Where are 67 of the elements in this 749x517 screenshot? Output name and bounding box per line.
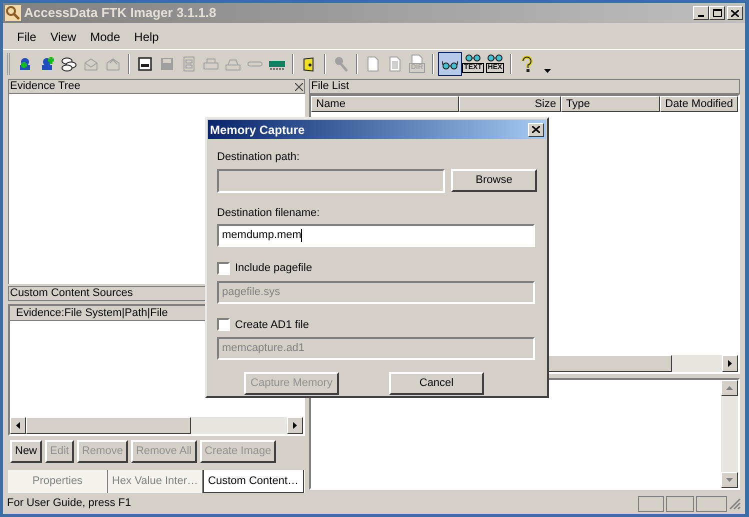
status-pane: [696, 496, 727, 512]
destination-filename-field[interactable]: memdump.mem: [217, 224, 535, 247]
menu-item[interactable]: View: [44, 28, 82, 46]
field-label: Destination filename:: [217, 206, 321, 220]
right-arrow-icon: [293, 422, 298, 429]
action-button[interactable]: New: [10, 440, 42, 463]
glasses-icon: [487, 54, 503, 63]
panel-title: Evidence Tree: [10, 79, 80, 94]
scroll-right-button[interactable]: [722, 355, 738, 372]
maximize-button[interactable]: [709, 6, 725, 20]
column-header[interactable]: Date Modified: [660, 96, 738, 112]
dropdown-arrow-icon[interactable]: [544, 68, 551, 72]
tab[interactable]: Custom Content…: [203, 470, 304, 493]
resize-grip-icon[interactable]: [729, 498, 741, 510]
window-title: AccessData FTK Imager 3.1.1.8: [24, 4, 216, 22]
field-label: Destination path:: [217, 150, 301, 165]
dialog-button[interactable]: Cancel: [389, 372, 484, 395]
document-icon: [409, 54, 425, 63]
person-plus-icon: [39, 56, 55, 72]
menu-item[interactable]: File: [11, 28, 42, 46]
glasses-icon: [465, 54, 481, 63]
toolbar-button[interactable]: [438, 52, 462, 76]
magnifier-icon: [5, 5, 21, 21]
status-pane: [666, 496, 694, 512]
printer-icon: [203, 56, 219, 72]
close-button[interactable]: [528, 122, 544, 136]
checkbox[interactable]: [217, 262, 230, 275]
tab[interactable]: Properties: [8, 470, 108, 493]
column-header[interactable]: Type: [561, 96, 660, 112]
down-arrow-icon: [726, 478, 733, 482]
field-value: memdump.mem: [222, 228, 302, 244]
panel-title: Custom Content Sources: [10, 286, 133, 302]
scroll-thumb[interactable]: [26, 417, 191, 434]
document-icon: [387, 56, 403, 72]
close-icon[interactable]: [295, 82, 304, 90]
envelope-icon: [83, 56, 99, 72]
scroll-right-button[interactable]: [287, 417, 304, 434]
status-pane: [638, 496, 664, 512]
drive-icon: [181, 56, 197, 72]
checkbox[interactable]: [217, 318, 230, 332]
drive-icon: [137, 56, 153, 72]
close-button[interactable]: [727, 6, 743, 20]
browse-button[interactable]: Browse: [451, 169, 537, 192]
checkbox-label: Include pagefile: [235, 261, 312, 276]
menu-item[interactable]: Help: [128, 28, 165, 46]
close-icon: [532, 126, 540, 133]
scroll-up-button[interactable]: [721, 380, 738, 396]
close-icon: [731, 10, 739, 16]
minimize-button[interactable]: [693, 6, 709, 20]
column-header[interactable]: Name: [311, 96, 460, 112]
menu-item[interactable]: Mode: [84, 28, 126, 46]
disk-stack-icon: [61, 56, 77, 72]
scroll-left-button[interactable]: [10, 417, 26, 434]
status-text: For User Guide, press F1: [7, 496, 132, 512]
envelope-icon: [105, 56, 121, 72]
dialog-title: Memory Capture: [210, 122, 305, 138]
document-icon: [365, 56, 381, 72]
up-arrow-icon: [726, 386, 733, 390]
help-icon: [519, 56, 535, 72]
scroll-down-button[interactable]: [721, 472, 738, 488]
key-icon: [333, 56, 349, 72]
destination-path-field[interactable]: [217, 168, 445, 192]
column-header[interactable]: Size: [459, 96, 562, 112]
person-plus-icon: [17, 56, 33, 72]
panel-title: File List: [311, 79, 350, 94]
left-arrow-icon: [16, 422, 20, 429]
right-arrow-icon: [728, 360, 732, 367]
